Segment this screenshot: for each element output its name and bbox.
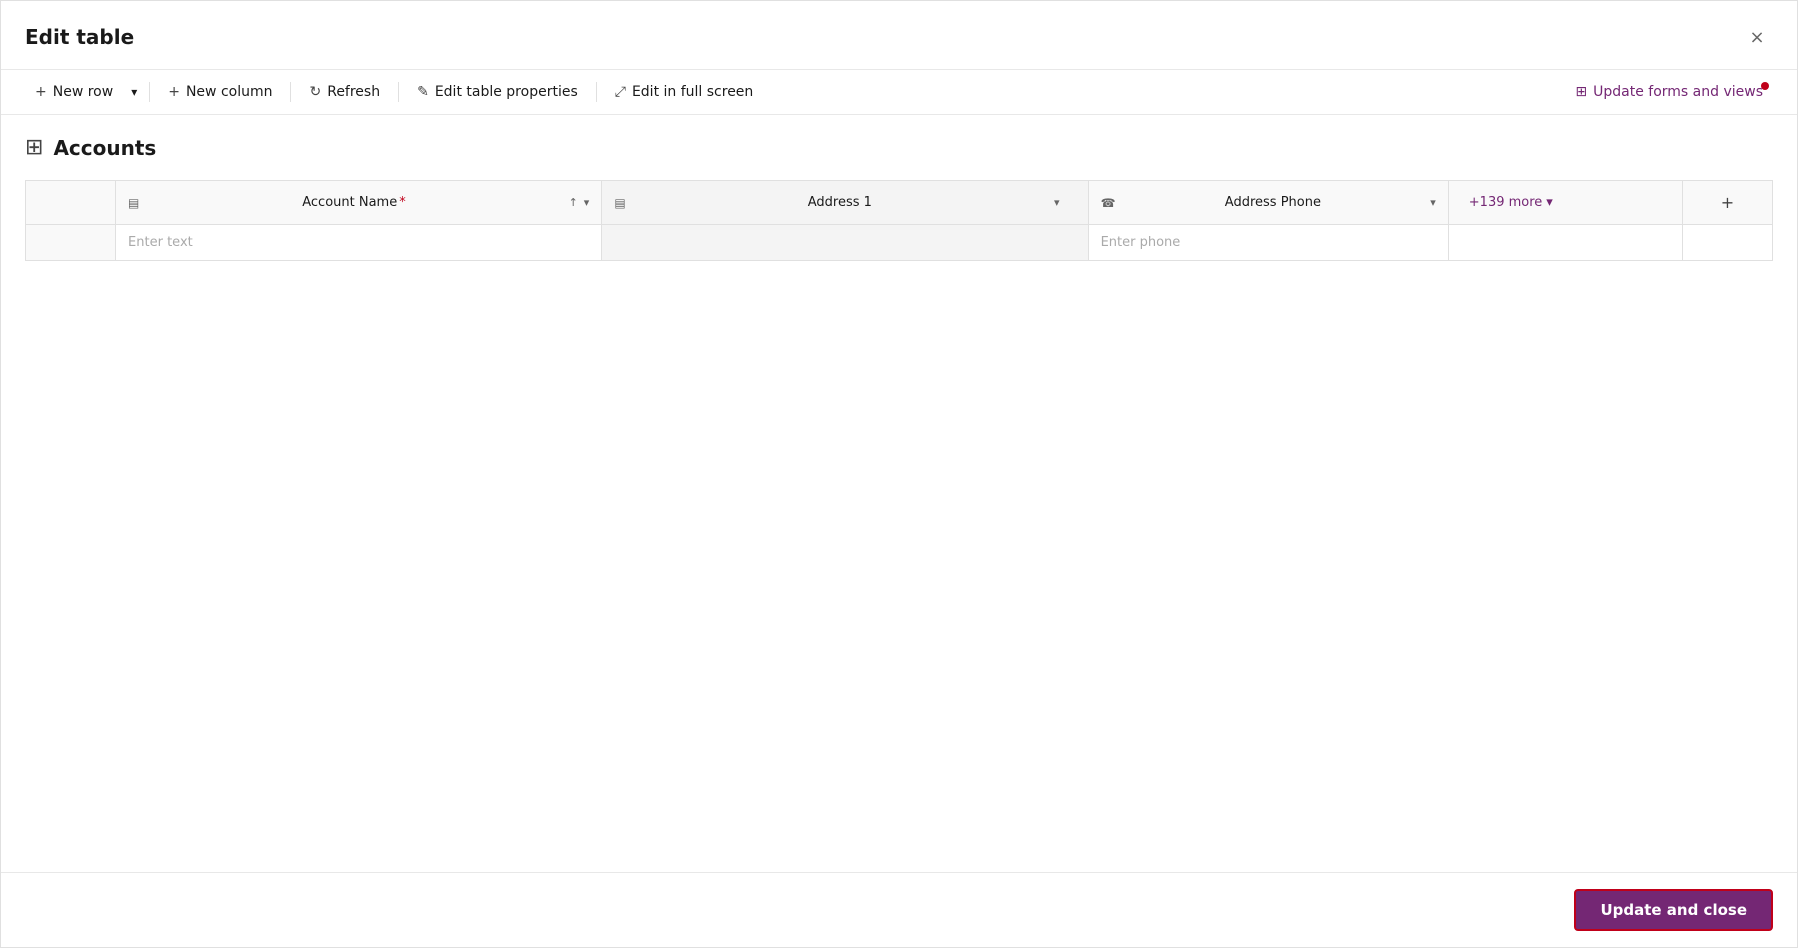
new-row-button[interactable]: + New row <box>25 78 123 106</box>
add-column-header[interactable]: + <box>1682 181 1772 225</box>
toolbar-right: ⊞ Update forms and views <box>1565 78 1773 106</box>
address-phone-label: Address Phone <box>1122 195 1425 210</box>
address-phone-column-header[interactable]: ☎ Address Phone ▾ <box>1088 181 1448 225</box>
table-row: Enter text Enter phone <box>26 225 1773 261</box>
refresh-icon: ↻ <box>309 84 321 100</box>
toolbar-divider-3 <box>398 82 399 102</box>
add-column-button[interactable]: + <box>1695 193 1760 212</box>
address-phone-th-content: ☎ Address Phone ▾ <box>1089 185 1448 220</box>
account-name-cell[interactable]: Enter text <box>116 225 602 261</box>
table-grid-icon: ⊞ <box>25 135 43 160</box>
edit-table-dialog: Edit table × + New row ▾ + New column ↻ … <box>0 0 1798 948</box>
account-name-label: Account Name* <box>145 195 562 210</box>
more-columns-chevron-icon: ▾ <box>1546 195 1553 210</box>
fullscreen-icon: ⤢ <box>615 84 626 100</box>
new-column-button[interactable]: + New column <box>158 78 282 106</box>
data-table: ▤ Account Name* ↑ ▾ ▤ Address 1 ▾ <box>25 180 1773 261</box>
refresh-label: Refresh <box>327 84 380 100</box>
more-columns-label: +139 more <box>1469 195 1543 210</box>
plus-icon-2: + <box>168 84 180 100</box>
account-name-th-content: ▤ Account Name* ↑ ▾ <box>116 185 601 220</box>
add-column-th-content: + <box>1683 183 1772 222</box>
address1-column-header[interactable]: ▤ Address 1 ▾ ✎ <box>602 181 1088 225</box>
edit-fullscreen-button[interactable]: ⤢ Edit in full screen <box>605 78 764 106</box>
account-name-placeholder: Enter text <box>128 235 193 250</box>
row-selector-header <box>26 181 116 225</box>
toolbar-divider-2 <box>290 82 291 102</box>
account-name-field-icon: ▤ <box>128 196 139 210</box>
address1-field-icon: ▤ <box>614 196 625 210</box>
more-columns-button[interactable]: +139 more ▾ <box>1461 191 1561 214</box>
new-column-label: New column <box>186 84 273 100</box>
account-name-column-header[interactable]: ▤ Account Name* ↑ ▾ <box>116 181 602 225</box>
update-forms-label: Update forms and views <box>1593 84 1763 100</box>
sort-ascending-icon[interactable]: ↑ <box>569 196 578 209</box>
add-col-cell <box>1682 225 1772 261</box>
toolbar-divider-1 <box>149 82 150 102</box>
phone-icon: ☎ <box>1101 196 1116 210</box>
notification-dot <box>1761 82 1769 90</box>
chevron-down-icon: ▾ <box>131 85 137 99</box>
dialog-footer: Update and close <box>1 872 1797 947</box>
close-button[interactable]: × <box>1741 21 1773 53</box>
pencil-icon: ✎ <box>417 84 429 100</box>
toolbar-divider-4 <box>596 82 597 102</box>
dialog-title: Edit table <box>25 25 134 49</box>
table-title-text: Accounts <box>53 136 156 160</box>
new-row-dropdown-button[interactable]: ▾ <box>127 79 141 105</box>
more-columns-th-content: +139 more ▾ <box>1449 181 1682 224</box>
update-close-button[interactable]: Update and close <box>1574 889 1773 931</box>
required-asterisk: * <box>399 195 406 210</box>
row-selector-cell <box>26 225 116 261</box>
more-columns-header[interactable]: +139 more ▾ <box>1448 181 1682 225</box>
edit-fullscreen-label: Edit in full screen <box>632 84 753 100</box>
dialog-header: Edit table × <box>1 1 1797 70</box>
update-forms-icon: ⊞ <box>1575 84 1587 100</box>
refresh-button[interactable]: ↻ Refresh <box>299 78 390 106</box>
content-area: ⊞ Accounts ▤ Account Name* ↑ ▾ <box>1 115 1797 872</box>
address1-label: Address 1 <box>632 195 1048 210</box>
toolbar: + New row ▾ + New column ↻ Refresh ✎ Edi… <box>1 70 1797 115</box>
address-phone-placeholder: Enter phone <box>1101 235 1181 250</box>
account-name-dropdown-icon[interactable]: ▾ <box>584 196 590 209</box>
edit-table-properties-button[interactable]: ✎ Edit table properties <box>407 78 588 106</box>
address1-dropdown-icon[interactable]: ▾ <box>1054 196 1060 209</box>
plus-icon: + <box>35 84 47 100</box>
new-row-label: New row <box>53 84 113 100</box>
update-forms-button[interactable]: ⊞ Update forms and views <box>1565 78 1773 106</box>
edit-table-properties-label: Edit table properties <box>435 84 578 100</box>
address-phone-cell[interactable]: Enter phone <box>1088 225 1448 261</box>
address-phone-dropdown-icon[interactable]: ▾ <box>1430 196 1436 209</box>
address1-th-content: ▤ Address 1 ▾ ✎ <box>602 185 1087 220</box>
table-title-row: ⊞ Accounts <box>25 135 1773 160</box>
address1-cell[interactable] <box>602 225 1088 261</box>
more-cell <box>1448 225 1682 261</box>
